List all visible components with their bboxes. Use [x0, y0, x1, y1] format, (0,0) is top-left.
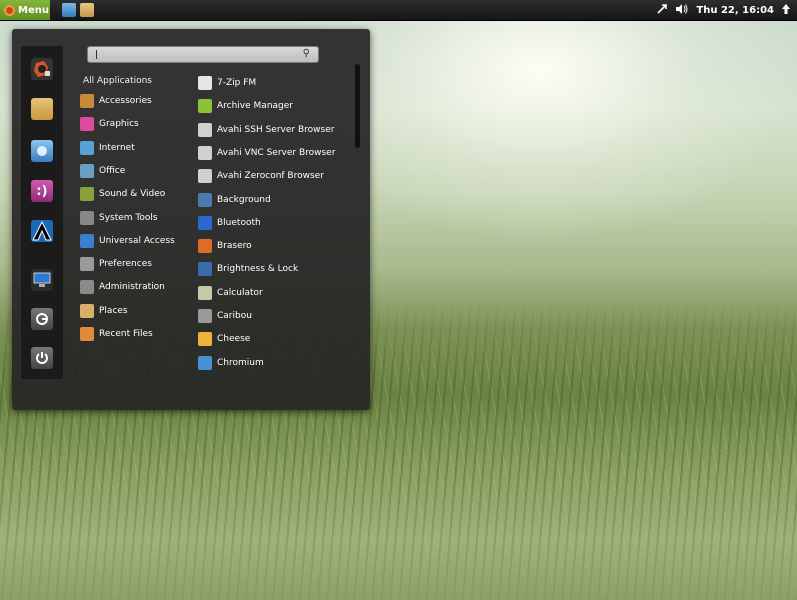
power-icon[interactable]	[31, 347, 53, 369]
chromium-icon	[198, 355, 212, 370]
caribou-icon	[198, 309, 212, 323]
app-label: Caribou	[217, 311, 252, 321]
category-label: Administration	[99, 282, 165, 293]
category-item[interactable]: System Tools	[80, 210, 158, 226]
app-label: Bluetooth	[217, 217, 261, 228]
category-all-applications[interactable]: All Applications	[83, 76, 152, 86]
app-item[interactable]: Avahi SSH Server Browser	[198, 122, 334, 138]
category-item[interactable]: Preferences	[80, 256, 152, 272]
places-icon	[80, 303, 94, 318]
app-item[interactable]: Archive Manager	[198, 98, 293, 114]
menu-button[interactable]: Menu	[0, 0, 50, 20]
browser-launcher-icon[interactable]	[62, 3, 76, 17]
logout-icon[interactable]	[31, 308, 53, 330]
category-item[interactable]: Office	[80, 163, 125, 179]
administration-icon	[80, 280, 94, 295]
app-item[interactable]: Brightness & Lock	[198, 261, 298, 277]
graphics-icon	[80, 117, 94, 132]
app-item[interactable]: Calculator	[198, 285, 263, 301]
app-label: Avahi SSH Server Browser	[217, 124, 335, 135]
app-label: Archive Manager	[217, 101, 293, 112]
menu-logo-icon	[4, 4, 15, 16]
category-label: System Tools	[99, 212, 158, 223]
category-item[interactable]: Recent Files	[80, 326, 153, 342]
category-item[interactable]: Places	[80, 303, 128, 319]
browser-icon[interactable]	[31, 140, 53, 162]
7zip-icon	[198, 76, 212, 90]
app-item[interactable]: Cheese	[198, 331, 250, 347]
app-label: Avahi VNC Server Browser	[217, 147, 336, 158]
category-label: Graphics	[99, 119, 139, 130]
search-box[interactable]: ⚲	[87, 46, 319, 63]
app-label: 7-Zip FM	[217, 78, 257, 88]
cheese-icon	[198, 332, 212, 347]
system-tools-icon	[80, 210, 94, 225]
category-item[interactable]: Sound & Video	[80, 186, 165, 202]
system-tray: Thu 22, 16:04	[656, 0, 797, 20]
app-store-icon[interactable]	[31, 58, 53, 80]
app-label: Background	[217, 194, 271, 205]
category-label: Office	[99, 165, 126, 176]
app-label: Calculator	[217, 287, 263, 298]
app-item[interactable]: Chromium	[198, 355, 264, 371]
apps-scrollbar[interactable]	[355, 64, 360, 148]
calculator-icon	[198, 285, 212, 300]
avahi-ssh-icon	[198, 122, 212, 137]
universal-access-icon	[80, 233, 94, 248]
text-cursor	[96, 50, 97, 59]
app-label: Chromium	[217, 357, 264, 368]
category-label: Internet	[99, 142, 135, 153]
app-label: Brightness & Lock	[217, 264, 299, 275]
app-item[interactable]: 7-Zip FM	[198, 75, 256, 91]
bluetooth-icon	[198, 215, 212, 230]
category-item[interactable]: Universal Access	[80, 233, 175, 249]
avahi-vnc-icon	[198, 145, 212, 160]
brightness-icon	[198, 262, 212, 277]
files-icon[interactable]	[31, 98, 53, 120]
archive-icon	[198, 99, 212, 114]
category-label: Accessories	[99, 96, 152, 106]
app-item[interactable]: Bluetooth	[198, 215, 261, 231]
terminal-icon[interactable]	[31, 220, 53, 242]
category-label: Recent Files	[99, 329, 153, 339]
app-label: Avahi Zeroconf Browser	[217, 171, 324, 182]
office-icon	[80, 163, 94, 178]
volume-icon[interactable]	[675, 3, 689, 18]
recent-files-icon	[80, 327, 94, 341]
preferences-icon	[80, 257, 94, 272]
background-icon	[198, 192, 212, 207]
category-item[interactable]: Internet	[80, 140, 135, 156]
app-label: Cheese	[217, 334, 251, 345]
app-item[interactable]: Avahi Zeroconf Browser	[198, 168, 324, 184]
display-icon[interactable]	[31, 269, 53, 291]
app-item[interactable]: Avahi VNC Server Browser	[198, 145, 335, 161]
category-item[interactable]: Administration	[80, 279, 165, 295]
category-label: Preferences	[99, 259, 152, 270]
top-panel: Menu Thu 22, 16:04	[0, 0, 797, 21]
user-icon[interactable]	[781, 3, 791, 18]
app-item[interactable]: Background	[198, 192, 271, 208]
category-item[interactable]: Accessories	[80, 93, 152, 109]
network-icon[interactable]	[656, 3, 668, 18]
avahi-zeroconf-icon	[198, 169, 212, 184]
accessories-icon	[80, 94, 94, 108]
clock[interactable]: Thu 22, 16:04	[696, 5, 774, 16]
app-label: Brasero	[217, 241, 252, 252]
sound-video-icon	[80, 187, 94, 202]
brasero-icon	[198, 239, 212, 254]
chat-icon[interactable]: :)	[31, 180, 53, 202]
app-item[interactable]: Brasero	[198, 238, 252, 254]
category-label: Sound & Video	[99, 189, 166, 200]
app-item[interactable]: Caribou	[198, 308, 252, 324]
menu-button-label: Menu	[18, 4, 49, 16]
application-menu	[12, 29, 370, 410]
internet-icon	[80, 140, 94, 155]
category-label: Places	[99, 305, 128, 316]
files-launcher-icon[interactable]	[80, 3, 94, 17]
category-item[interactable]: Graphics	[80, 116, 139, 132]
category-label: Universal Access	[99, 235, 175, 246]
search-icon: ⚲	[302, 48, 310, 59]
